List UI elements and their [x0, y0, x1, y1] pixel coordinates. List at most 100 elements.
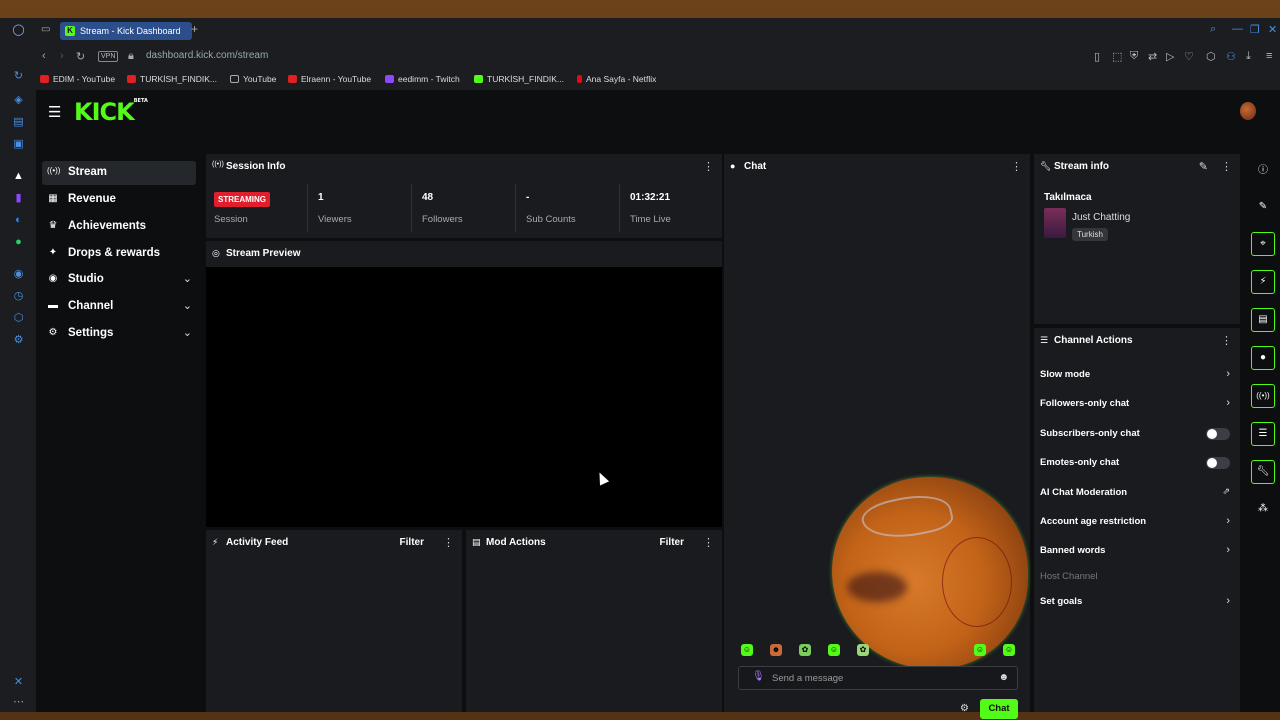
sidebar-speed-dial-icon[interactable]: ↻ [12, 70, 25, 83]
forward-icon[interactable]: › [60, 50, 64, 62]
sidebar-whatsapp-icon[interactable]: ● [12, 236, 25, 249]
subscribers-only-toggle[interactable] [1206, 428, 1230, 440]
emote-icon[interactable]: ✿ [799, 644, 811, 656]
chat-widget-icon[interactable]: ● [1251, 346, 1275, 370]
nav-item-achievements[interactable]: ♛ Achievements [42, 215, 196, 239]
category-thumbnail [1044, 208, 1066, 238]
emote-icon[interactable]: ☺ [828, 644, 840, 656]
info-icon[interactable]: ⓘ [1251, 160, 1275, 184]
bookmark-item[interactable]: TURKİSH_FINDIK... [127, 74, 217, 84]
sidebar-workspaces-icon[interactable]: ◈ [12, 94, 25, 107]
filter-button[interactable]: Filter [660, 537, 684, 548]
maximize-button[interactable]: ❐ [1250, 23, 1260, 36]
sidebar-settings-icon[interactable]: ⚙ [12, 334, 25, 347]
emote-icon[interactable]: ✿ [857, 644, 869, 656]
sidebar-twitch-icon[interactable]: ▮ [12, 192, 25, 205]
more-options-icon[interactable]: ⋮ [703, 536, 714, 549]
vpn-badge[interactable]: VPN [98, 51, 119, 62]
snapshot-icon[interactable]: ⬚ [1112, 50, 1122, 63]
nav-item-studio[interactable]: ◉ Studio ⌄ [42, 268, 196, 292]
emote-icon[interactable]: ☺ [974, 644, 986, 656]
microphone-icon[interactable]: 🎙︎ [752, 671, 765, 682]
extensions-icon[interactable]: ⬡ [1206, 50, 1216, 63]
more-options-icon[interactable]: ⋮ [1221, 160, 1232, 173]
new-tab-button[interactable]: + [191, 22, 198, 36]
bookmark-item[interactable]: EDIM - YouTube [40, 74, 115, 84]
filter-button[interactable]: Filter [400, 537, 424, 548]
bookmark-item[interactable]: TURKİSH_FINDIK... [474, 74, 564, 84]
reload-icon[interactable]: ↻ [76, 50, 85, 63]
sidebar-extensions-icon[interactable]: ⬡ [12, 312, 25, 325]
workspace-icon[interactable]: ▭ [41, 24, 50, 35]
viewers-stat: 1 Viewers [308, 184, 412, 232]
sidebar-news-icon[interactable]: ▤ [12, 116, 25, 129]
bookmark-page-icon[interactable]: ▯ [1094, 50, 1100, 63]
netflix-icon [577, 75, 582, 83]
menu-icon[interactable]: ≡ [1266, 50, 1272, 62]
sidebar-messenger-icon[interactable]: ◐ [12, 214, 25, 227]
session-widget-icon[interactable]: ⌖ [1251, 232, 1275, 256]
stream-preview-video[interactable] [206, 267, 722, 527]
emote-icon[interactable]: ☻ [770, 644, 782, 656]
slow-mode-item[interactable]: Slow mode › [1040, 365, 1230, 385]
translate-icon[interactable]: ⇄ [1148, 50, 1157, 63]
lock-icon[interactable]: 🔒︎ [128, 50, 134, 63]
edit-icon[interactable]: ✎ [1199, 160, 1208, 173]
heart-icon[interactable]: ♡ [1184, 50, 1194, 63]
nav-item-revenue[interactable]: ▦ Revenue [42, 188, 196, 212]
tab-kick-dashboard[interactable]: K Stream - Kick Dashboard [60, 22, 192, 40]
ai-moderation-item[interactable]: AI Chat Moderation ⇗ [1040, 483, 1230, 503]
sidebar-aria-icon[interactable]: ▲ [12, 170, 25, 183]
set-goals-item[interactable]: Set goals › [1040, 592, 1230, 612]
play-icon[interactable]: ▷ [1166, 50, 1174, 63]
followers-only-item[interactable]: Followers-only chat › [1040, 394, 1230, 414]
downloads-icon[interactable]: ⤓ [1246, 50, 1251, 63]
chat-input[interactable]: 🎙︎ Send a message ☻ [738, 666, 1018, 690]
bookmark-item[interactable]: eedimm - Twitch [385, 74, 460, 84]
banned-words-item[interactable]: Banned words › [1040, 541, 1230, 561]
broadcast-widget-icon[interactable]: ((•)) [1251, 384, 1275, 408]
more-options-icon[interactable]: ⋮ [1221, 334, 1232, 347]
minimize-button[interactable]: — [1232, 23, 1243, 35]
opera-logo-icon[interactable]: ◯ [12, 24, 25, 37]
category-name[interactable]: Just Chatting [1072, 212, 1130, 223]
send-chat-button[interactable]: Chat [980, 699, 1018, 719]
back-icon[interactable]: ‹ [42, 50, 46, 62]
profile-icon[interactable]: ⚇ [1226, 50, 1236, 63]
more-widgets-icon[interactable]: ⁂ [1251, 498, 1275, 522]
bookmark-item[interactable]: Ana Sayfa - Netflix [577, 74, 656, 84]
activity-widget-icon[interactable]: ⚡︎ [1251, 270, 1275, 294]
emote-icon[interactable]: ☺ [1003, 644, 1015, 656]
emote-icon[interactable]: ☺ [741, 644, 753, 656]
edit-layout-icon[interactable]: ✎ [1251, 196, 1275, 220]
emoji-picker-icon[interactable]: ☻ [998, 672, 1009, 683]
nav-item-drops[interactable]: ✦ Drops & rewards [42, 242, 196, 266]
mod-actions-widget-icon[interactable]: ▤ [1251, 308, 1275, 332]
kick-logo[interactable]: KICKBETA [74, 98, 148, 126]
nav-item-settings[interactable]: ⚙ Settings ⌄ [42, 322, 196, 346]
close-window-button[interactable]: ✕ [1268, 23, 1277, 36]
url-field[interactable]: dashboard.kick.com/stream [146, 50, 268, 61]
stream-info-widget-icon[interactable]: 🔧︎ [1251, 460, 1275, 484]
sidebar-gx-corner-icon[interactable]: ✕ [12, 676, 25, 689]
sidebar-history-icon[interactable]: ◷ [12, 290, 25, 303]
more-options-icon[interactable]: ⋮ [1011, 160, 1022, 173]
avatar[interactable] [1240, 102, 1256, 120]
bookmark-item[interactable]: Elraenn - YouTube [288, 74, 371, 84]
emotes-only-toggle[interactable] [1206, 457, 1230, 469]
hamburger-menu-icon[interactable]: ☰ [48, 103, 61, 121]
sidebar-player-icon[interactable]: ◉ [12, 268, 25, 281]
nav-item-channel[interactable]: ▬ Channel ⌄ [42, 295, 196, 319]
adblock-icon[interactable]: ⛨ [1130, 50, 1138, 63]
more-options-icon[interactable]: ⋮ [703, 160, 714, 173]
chat-settings-icon[interactable]: ⚙ [960, 703, 969, 714]
sidebar-gx-icon[interactable]: ▣ [12, 138, 25, 151]
search-tabs-icon[interactable]: ⌕ [1210, 23, 1216, 36]
nav-item-stream[interactable]: ((•)) Stream [42, 161, 196, 185]
more-options-icon[interactable]: ⋮ [443, 536, 454, 549]
channel-actions-widget-icon[interactable]: ☰ [1251, 422, 1275, 446]
account-age-item[interactable]: Account age restriction › [1040, 512, 1230, 532]
sidebar-more-icon[interactable]: ⋯ [12, 696, 25, 709]
session-stat: STREAMING Session [206, 184, 308, 232]
bookmark-item[interactable]: YouTube [230, 74, 276, 84]
